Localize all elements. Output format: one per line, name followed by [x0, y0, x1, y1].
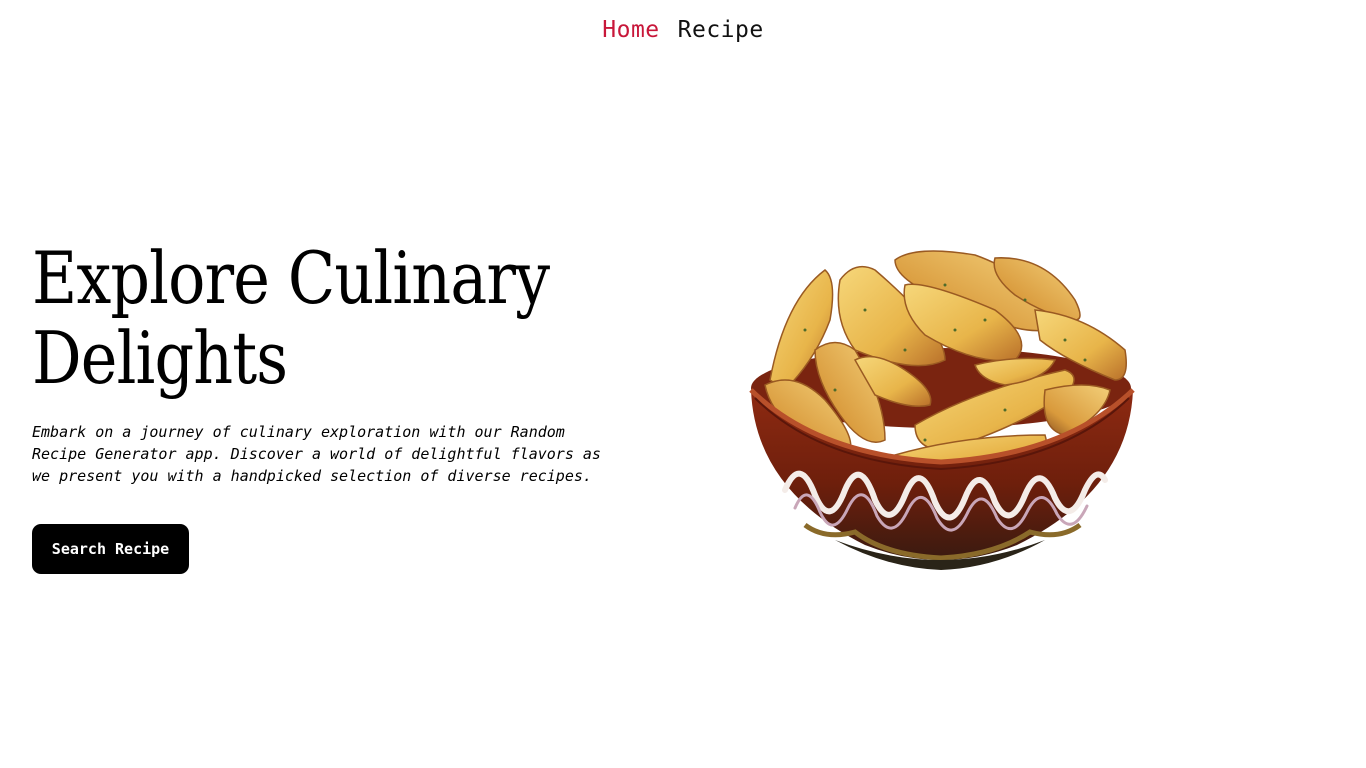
- potato-wedges-bowl-image: [749, 250, 1135, 570]
- top-nav: Home Recipe: [0, 17, 1366, 43]
- hero-title-line-1: Explore Culinary: [32, 236, 550, 320]
- nav-link-recipe[interactable]: Recipe: [678, 17, 764, 43]
- nav-link-home[interactable]: Home: [602, 17, 659, 43]
- hero-title: Explore Culinary Delights: [32, 238, 565, 398]
- hero-title-line-2: Delights: [32, 316, 288, 400]
- hero-description: Embark on a journey of culinary explorat…: [32, 423, 601, 485]
- search-recipe-button[interactable]: Search Recipe: [32, 524, 189, 574]
